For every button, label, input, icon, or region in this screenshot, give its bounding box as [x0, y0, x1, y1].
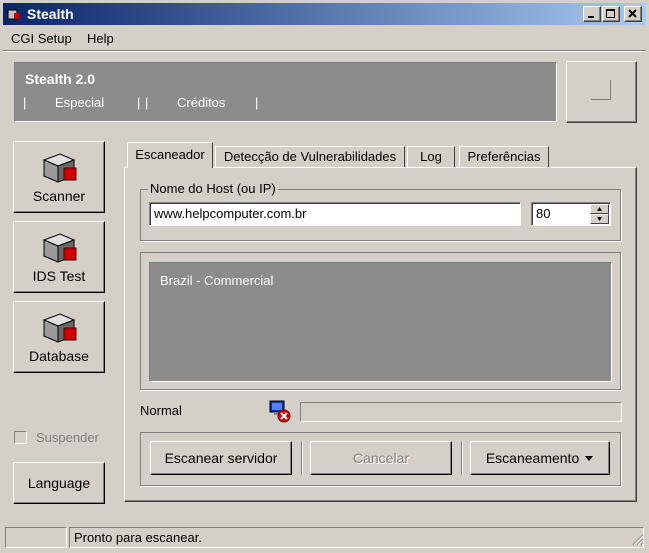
banner-title: Stealth 2.0	[25, 71, 96, 87]
ids-test-label: IDS Test	[32, 268, 86, 284]
scan-menu-button[interactable]: Escaneamento	[470, 441, 610, 475]
banner-link-especial[interactable]: Especial	[55, 95, 104, 110]
banner-separator: |	[145, 95, 149, 110]
tab-preferencias[interactable]: Preferências	[459, 146, 549, 167]
maximize-button[interactable]	[602, 6, 620, 22]
header-banner: Stealth 2.0 | Especial | | Créditos |	[14, 62, 557, 122]
scanner-icon	[42, 153, 77, 183]
ids-test-button[interactable]: IDS Test	[13, 221, 105, 293]
banner-separator: |	[137, 95, 141, 110]
caret-down-icon	[585, 456, 594, 462]
suspend-checkbox-box[interactable]	[14, 431, 27, 444]
host-input[interactable]: www.helpcomputer.com.br	[149, 202, 521, 226]
menu-cgi-setup[interactable]: CGI Setup	[11, 31, 72, 46]
window-title: Stealth	[27, 6, 74, 22]
actions-divider	[461, 441, 463, 475]
scan-mode-label: Normal	[140, 403, 182, 418]
close-icon	[628, 9, 637, 18]
stealth-window: Stealth CGI Setup Help Stealth 2.0 | Esp…	[0, 0, 649, 553]
corner-button[interactable]	[566, 61, 637, 123]
menu-bar: CGI Setup Help	[3, 28, 646, 50]
ids-test-icon	[42, 233, 77, 263]
tab-deteccao-vulnerabilidades[interactable]: Detecção de Vulnerabilidades	[215, 146, 405, 167]
banner-link-creditos[interactable]: Créditos	[177, 95, 225, 110]
menu-divider	[3, 50, 646, 52]
database-icon	[42, 313, 77, 343]
database-label: Database	[29, 348, 89, 364]
results-panel[interactable]: Brazil - Commercial	[149, 262, 612, 382]
port-down-button[interactable]	[590, 214, 609, 224]
network-error-icon	[269, 400, 291, 423]
menu-help[interactable]: Help	[87, 31, 114, 46]
language-button[interactable]: Language	[13, 462, 105, 504]
resize-grip-icon[interactable]	[631, 533, 644, 546]
port-stepper[interactable]: 80	[531, 202, 611, 226]
chevron-up-icon	[597, 207, 602, 211]
chevron-down-icon	[597, 217, 602, 221]
result-line: Brazil - Commercial	[160, 273, 274, 288]
cancel-button[interactable]: Cancelar	[310, 441, 452, 475]
status-bar: Pronto para escanear.	[3, 527, 646, 549]
port-spinner	[590, 204, 609, 224]
scanner-label: Scanner	[32, 188, 86, 204]
scan-progress-bar	[300, 402, 622, 422]
port-up-button[interactable]	[590, 204, 609, 214]
suspend-label: Suspender	[36, 430, 99, 445]
banner-separator: |	[23, 95, 27, 110]
actions-divider	[301, 441, 303, 475]
tab-log[interactable]: Log	[407, 146, 455, 167]
status-message: Pronto para escanear.	[69, 527, 644, 548]
minimize-icon	[588, 16, 594, 18]
database-button[interactable]: Database	[13, 301, 105, 373]
app-icon	[7, 9, 20, 20]
tab-escaneador[interactable]: Escaneador	[127, 142, 213, 168]
scan-menu-label: Escaneamento	[485, 450, 580, 466]
close-button[interactable]	[624, 6, 642, 22]
port-value: 80	[536, 206, 551, 221]
scan-server-button[interactable]: Escanear servidor	[150, 441, 292, 475]
host-group-label: Nome do Host (ou IP)	[148, 181, 278, 196]
corner-mark	[591, 80, 611, 100]
scanner-button[interactable]: Scanner	[13, 141, 105, 213]
banner-separator: |	[255, 95, 259, 110]
title-bar[interactable]: Stealth	[3, 3, 646, 25]
minimize-button[interactable]	[583, 6, 601, 22]
status-pane-left	[5, 527, 67, 548]
maximize-icon	[606, 9, 615, 18]
